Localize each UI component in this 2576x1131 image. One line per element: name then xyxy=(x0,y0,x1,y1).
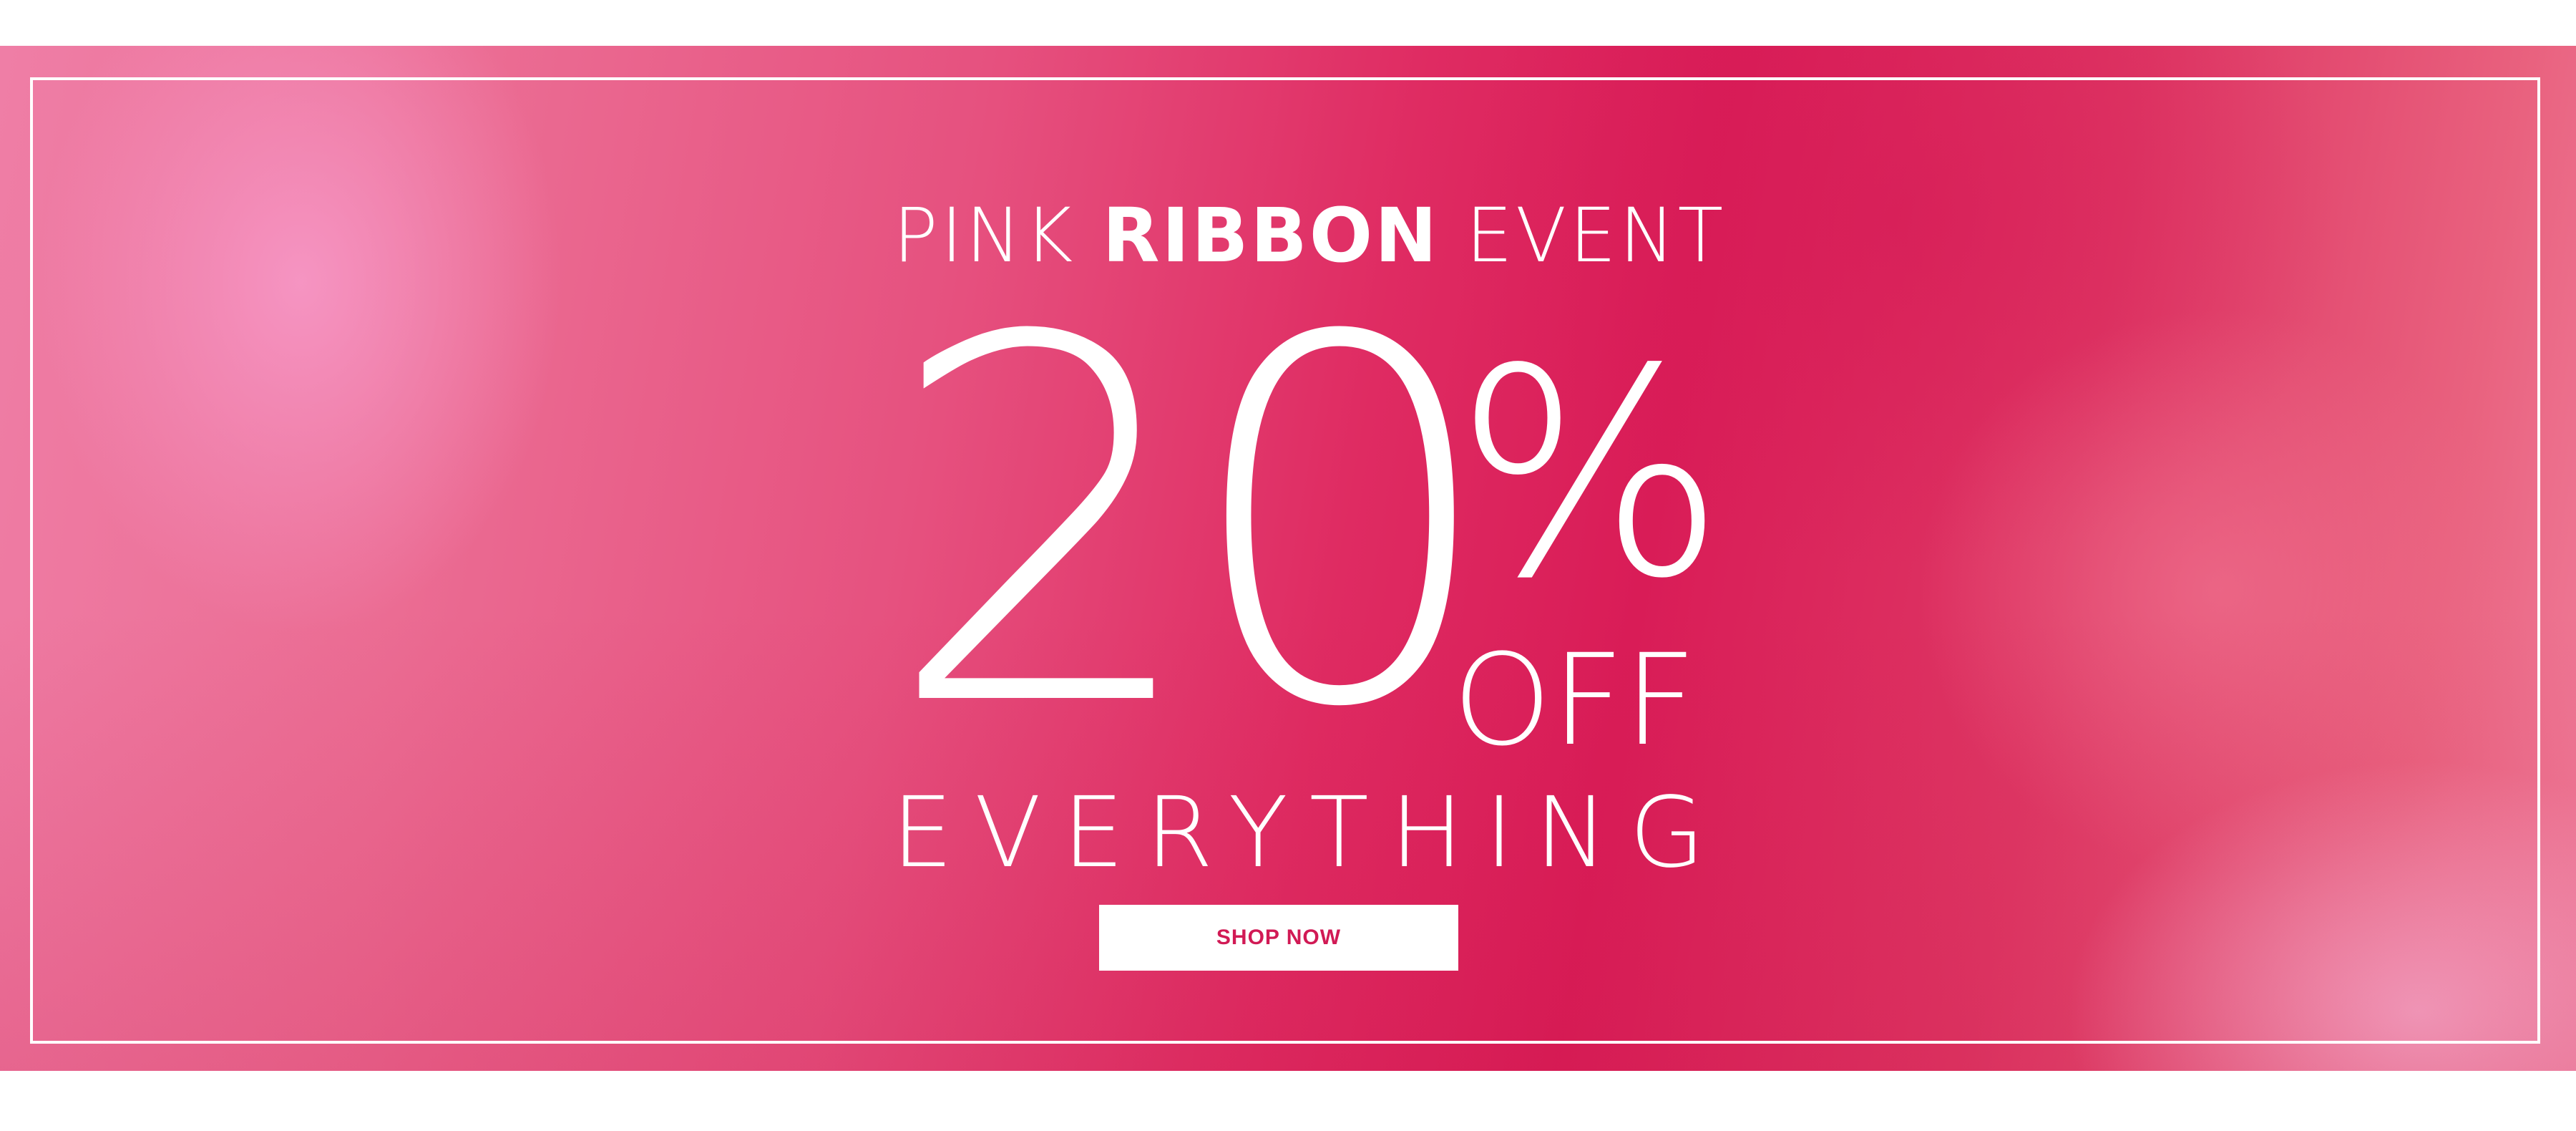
discount-number: 20 xyxy=(884,233,1501,817)
discount-scope: EVERYTHING xyxy=(892,777,1727,890)
promo-banner[interactable]: PINK RIBBON EVENT 20 % OFF EVERYTHING SH… xyxy=(0,46,2576,1071)
discount-percent-sign: % xyxy=(1454,309,1727,641)
page: PINK RIBBON EVENT 20 % OFF EVERYTHING SH… xyxy=(0,0,2576,1131)
headline-word-event: EVENT xyxy=(1465,192,1727,279)
shop-now-button[interactable]: SHOP NOW xyxy=(1099,905,1458,971)
discount-off-label: OFF xyxy=(1453,627,1697,774)
